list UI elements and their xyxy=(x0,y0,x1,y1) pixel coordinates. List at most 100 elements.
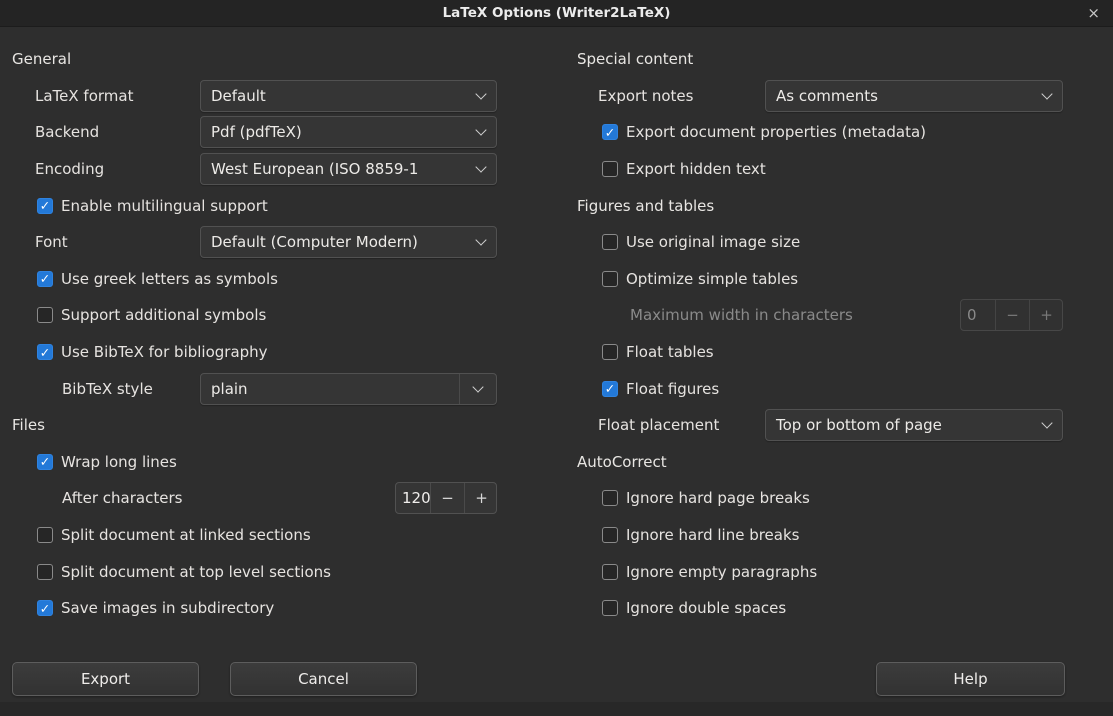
use-bibtex-checkbox[interactable] xyxy=(37,344,53,360)
export-properties-row: Export document properties (metadata) xyxy=(602,114,1063,151)
chevron-down-icon[interactable] xyxy=(459,374,496,404)
enable-multilingual-label: Enable multilingual support xyxy=(61,197,268,215)
enable-multilingual-checkbox[interactable] xyxy=(37,198,53,214)
right-column: Special content Export notes As comments… xyxy=(577,41,1063,627)
section-special-content: Special content xyxy=(577,41,1063,78)
split-linked-checkbox[interactable] xyxy=(37,527,53,543)
chevron-down-icon xyxy=(466,154,496,184)
font-value: Default (Computer Modern) xyxy=(201,233,466,251)
optimize-tables-checkbox[interactable] xyxy=(602,271,618,287)
export-button[interactable]: Export xyxy=(12,662,199,696)
font-select[interactable]: Default (Computer Modern) xyxy=(200,226,497,258)
hard-page-breaks-row: Ignore hard page breaks xyxy=(602,480,1063,517)
cancel-button[interactable]: Cancel xyxy=(230,662,417,696)
double-spaces-row: Ignore double spaces xyxy=(602,590,1063,627)
split-linked-row: Split document at linked sections xyxy=(37,517,497,554)
after-characters-input[interactable]: 120 xyxy=(396,483,430,513)
float-figures-checkbox[interactable] xyxy=(602,381,618,397)
bibtex-style-value[interactable]: plain xyxy=(201,380,459,398)
double-spaces-checkbox[interactable] xyxy=(602,600,618,616)
after-characters-row: After characters 120 − + xyxy=(12,480,497,517)
encoding-select[interactable]: West European (ISO 8859-1 xyxy=(200,153,497,185)
empty-paragraphs-label: Ignore empty paragraphs xyxy=(626,563,817,581)
use-bibtex-row: Use BibTeX for bibliography xyxy=(37,334,497,371)
export-properties-checkbox[interactable] xyxy=(602,124,618,140)
greek-letters-row: Use greek letters as symbols xyxy=(37,261,497,298)
backend-select[interactable]: Pdf (pdfTeX) xyxy=(200,116,497,148)
bibtex-style-label: BibTeX style xyxy=(62,380,200,398)
export-hidden-row: Export hidden text xyxy=(602,151,1063,188)
empty-paragraphs-checkbox[interactable] xyxy=(602,564,618,580)
max-width-row: Maximum width in characters 0 − + xyxy=(577,297,1063,334)
greek-letters-label: Use greek letters as symbols xyxy=(61,270,278,288)
additional-symbols-row: Support additional symbols xyxy=(37,297,497,334)
backend-label: Backend xyxy=(35,123,200,141)
export-hidden-label: Export hidden text xyxy=(626,160,766,178)
titlebar[interactable]: LaTeX Options (Writer2LaTeX) × xyxy=(0,0,1113,27)
chevron-down-icon xyxy=(466,117,496,147)
hard-line-breaks-row: Ignore hard line breaks xyxy=(602,517,1063,554)
export-notes-label: Export notes xyxy=(598,87,765,105)
wrap-long-lines-checkbox[interactable] xyxy=(37,454,53,470)
encoding-label: Encoding xyxy=(35,160,200,178)
minus-icon: − xyxy=(995,300,1029,330)
left-column: General LaTeX format Default Backend Pdf… xyxy=(12,41,497,627)
split-top-label: Split document at top level sections xyxy=(61,563,331,581)
optimize-tables-label: Optimize simple tables xyxy=(626,270,798,288)
close-icon[interactable]: × xyxy=(1087,0,1100,26)
float-placement-row: Float placement Top or bottom of page xyxy=(577,407,1063,444)
window-bottom-edge xyxy=(0,702,1113,716)
float-figures-label: Float figures xyxy=(626,380,719,398)
section-header-autocorrect: AutoCorrect xyxy=(577,453,667,471)
hard-page-breaks-label: Ignore hard page breaks xyxy=(626,489,810,507)
latex-format-row: LaTeX format Default xyxy=(12,78,497,115)
plus-icon: + xyxy=(1029,300,1063,330)
float-tables-checkbox[interactable] xyxy=(602,344,618,360)
section-general: General xyxy=(12,41,497,78)
section-header-general: General xyxy=(12,50,71,68)
latex-format-value: Default xyxy=(201,87,466,105)
original-size-checkbox[interactable] xyxy=(602,234,618,250)
export-properties-label: Export document properties (metadata) xyxy=(626,123,926,141)
empty-paragraphs-row: Ignore empty paragraphs xyxy=(602,553,1063,590)
export-notes-value: As comments xyxy=(766,87,1032,105)
section-autocorrect: AutoCorrect xyxy=(577,444,1063,481)
save-images-label: Save images in subdirectory xyxy=(61,599,274,617)
latex-format-label: LaTeX format xyxy=(35,87,200,105)
chevron-down-icon xyxy=(1032,410,1062,440)
split-top-checkbox[interactable] xyxy=(37,564,53,580)
split-linked-label: Split document at linked sections xyxy=(61,526,311,544)
greek-letters-checkbox[interactable] xyxy=(37,271,53,287)
after-characters-spinner[interactable]: 120 − + xyxy=(395,482,497,514)
bibtex-style-combobox[interactable]: plain xyxy=(200,373,497,405)
help-button[interactable]: Help xyxy=(876,662,1065,696)
font-label: Font xyxy=(35,233,200,251)
float-tables-label: Float tables xyxy=(626,343,714,361)
original-size-label: Use original image size xyxy=(626,233,800,251)
chevron-down-icon xyxy=(466,81,496,111)
float-figures-row: Float figures xyxy=(602,370,1063,407)
latex-format-select[interactable]: Default xyxy=(200,80,497,112)
section-figures-tables: Figures and tables xyxy=(577,187,1063,224)
chevron-down-icon xyxy=(1032,81,1062,111)
section-header-files: Files xyxy=(12,416,45,434)
section-header-figures-tables: Figures and tables xyxy=(577,197,714,215)
export-notes-row: Export notes As comments xyxy=(577,78,1063,115)
float-placement-select[interactable]: Top or bottom of page xyxy=(765,409,1063,441)
additional-symbols-checkbox[interactable] xyxy=(37,307,53,323)
plus-icon[interactable]: + xyxy=(464,483,497,513)
latex-options-dialog: LaTeX Options (Writer2LaTeX) × General L… xyxy=(0,0,1113,716)
hard-page-breaks-checkbox[interactable] xyxy=(602,490,618,506)
export-notes-select[interactable]: As comments xyxy=(765,80,1063,112)
export-hidden-checkbox[interactable] xyxy=(602,161,618,177)
multilingual-row: Enable multilingual support xyxy=(37,187,497,224)
save-images-checkbox[interactable] xyxy=(37,600,53,616)
max-width-input: 0 xyxy=(961,300,995,330)
after-characters-label: After characters xyxy=(62,489,395,507)
hard-line-breaks-checkbox[interactable] xyxy=(602,527,618,543)
minus-icon[interactable]: − xyxy=(430,483,464,513)
wrap-long-lines-row: Wrap long lines xyxy=(37,444,497,481)
window-title: LaTeX Options (Writer2LaTeX) xyxy=(443,5,671,21)
section-files: Files xyxy=(12,407,497,444)
double-spaces-label: Ignore double spaces xyxy=(626,599,786,617)
